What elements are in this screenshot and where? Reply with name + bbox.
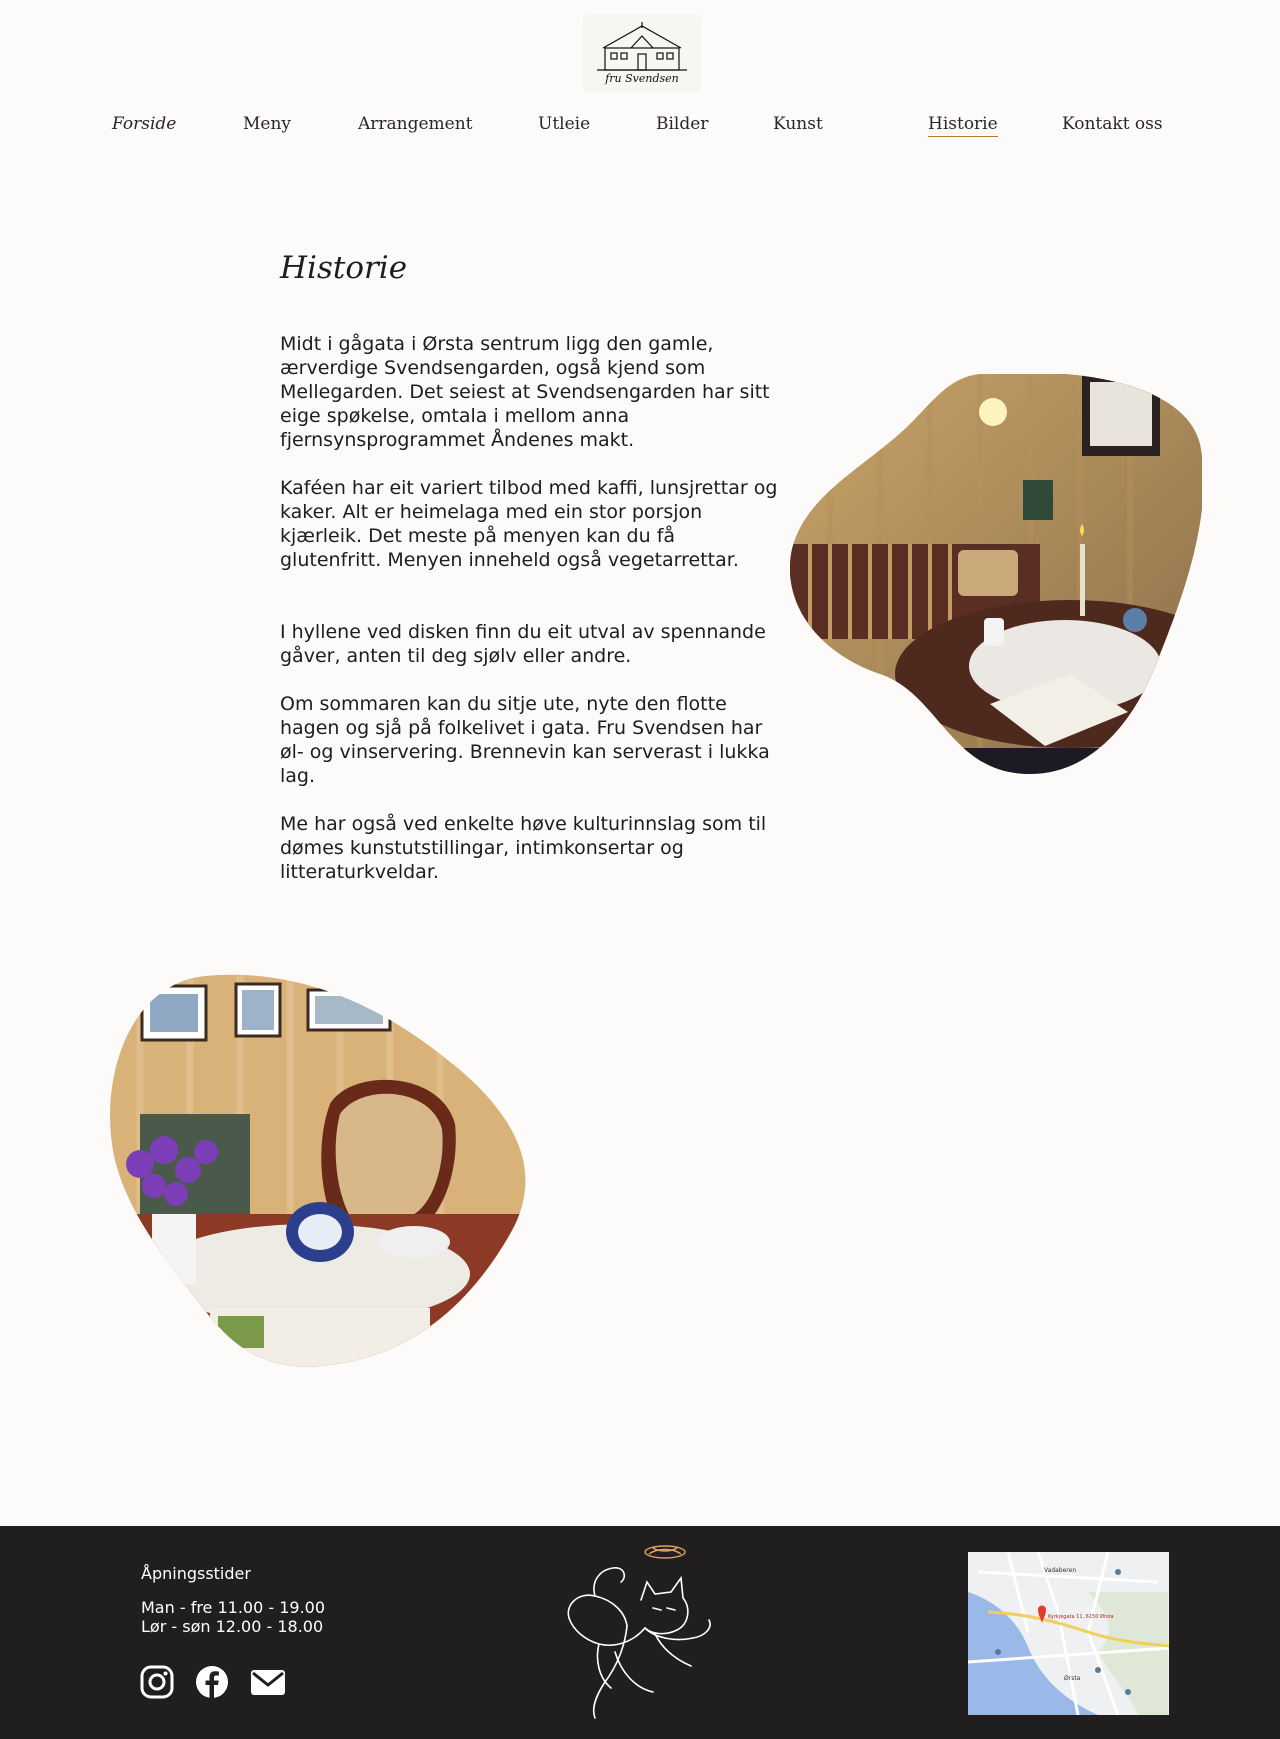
paragraph-culture: Me har også ved enkelte høve kulturinnsl… <box>280 813 767 883</box>
site-footer: Åpningsstider Man - fre 11.00 - 19.00 Lø… <box>0 1526 1280 1739</box>
instagram-icon[interactable] <box>139 1664 175 1700</box>
facebook-icon[interactable] <box>194 1664 230 1700</box>
opening-hours-weekend: Lør - søn 12.00 - 18.00 <box>141 1617 324 1636</box>
nav-bilder[interactable]: Bilder <box>656 112 708 136</box>
paragraph-summer: Om sommaren kan du sitje ute, nyte den f… <box>280 693 770 787</box>
nav-utleie[interactable]: Utleie <box>538 112 590 136</box>
nav-forside[interactable]: Forside <box>112 112 176 136</box>
opening-hours-weekdays: Man - fre 11.00 - 19.00 <box>141 1598 326 1617</box>
map-label-address: Kyrkjegata 11, 6150 Ørsta <box>1048 1613 1114 1620</box>
page-title: Historie <box>280 250 408 286</box>
nav-meny[interactable]: Meny <box>243 112 291 136</box>
logo-lettering: fru Svendsen <box>604 72 679 85</box>
opening-hours-title: Åpningsstider <box>141 1564 251 1583</box>
paragraph-menu: Kaféen har eit variert tilbod med kaffi,… <box>280 477 778 571</box>
cafe-chair-photo <box>110 974 532 1368</box>
cat-illustration <box>555 1542 725 1722</box>
site-logo[interactable]: fru Svendsen <box>583 14 701 92</box>
map-label-town: Ørsta <box>1064 1675 1081 1682</box>
map-label-district: Vadaberen <box>1044 1567 1076 1574</box>
paragraph-gifts: I hyllene ved disken finn du eit utval a… <box>280 621 766 667</box>
main-nav: Forside Meny Arrangement Utleie Bilder K… <box>0 112 1280 140</box>
nav-kunst[interactable]: Kunst <box>773 112 823 136</box>
location-map[interactable]: Vadaberen Kyrkjegata 11, 6150 Ørsta Ørst… <box>968 1552 1169 1715</box>
nav-kontakt-oss[interactable]: Kontakt oss <box>1062 112 1163 136</box>
mail-icon[interactable] <box>250 1664 286 1700</box>
nav-arrangement[interactable]: Arrangement <box>358 112 473 136</box>
nav-historie[interactable]: Historie <box>928 112 998 137</box>
cafe-sofa-photo <box>790 374 1204 776</box>
paragraph-location: Midt i gågata i Ørsta sentrum ligg den g… <box>280 333 770 451</box>
history-text: Midt i gågata i Ørsta sentrum ligg den g… <box>280 332 780 908</box>
